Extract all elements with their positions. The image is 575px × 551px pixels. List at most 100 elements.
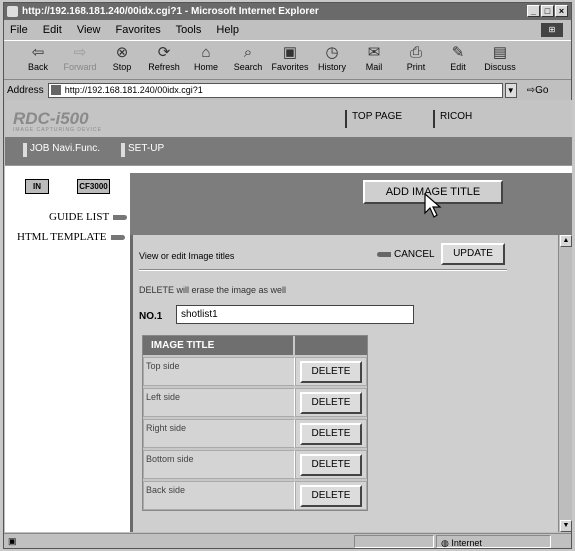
stop-button[interactable]: ⊗ Stop xyxy=(102,41,142,79)
menu-help[interactable]: Help xyxy=(216,24,239,36)
page-icon xyxy=(50,85,61,95)
vertical-scrollbar[interactable]: ▲ ▼ xyxy=(558,235,572,532)
print-icon: ⎙ xyxy=(409,44,422,61)
ricoh-link[interactable]: RICOH xyxy=(433,110,472,128)
rdc-logo-subtitle: IMAGE CAPTURING DEVICE xyxy=(13,127,102,133)
image-title-field[interactable]: Right side xyxy=(143,419,295,448)
cancel-link[interactable]: CANCEL xyxy=(377,249,435,260)
in-button[interactable]: IN xyxy=(25,179,49,194)
sidebar: IN CF3000 GUIDE LIST HTML TEMPLATE xyxy=(5,173,130,532)
table-row: Right side DELETE xyxy=(143,417,367,448)
table-header: IMAGE TITLE xyxy=(143,336,367,355)
action-bar: ADD IMAGE TITLE xyxy=(130,173,572,235)
sidebar-item-html-template[interactable]: HTML TEMPLATE xyxy=(17,231,125,243)
menu-bar: File Edit View Favorites Tools Help ⊞ xyxy=(4,21,571,39)
pointer-icon xyxy=(113,214,128,220)
image-title-field[interactable]: Top side xyxy=(143,357,295,386)
mouse-cursor-icon xyxy=(424,193,442,218)
table-row: Left side DELETE xyxy=(143,386,367,417)
home-icon: ⌂ xyxy=(201,44,211,61)
update-button[interactable]: UPDATE xyxy=(441,243,505,265)
pointer-icon xyxy=(110,234,125,240)
tab-job-navi[interactable]: JOB Navi.Func. xyxy=(23,143,100,157)
stop-icon: ⊗ xyxy=(115,44,129,61)
page-content: RDC-i500 IMAGE CAPTURING DEVICE TOP PAGE… xyxy=(5,100,572,532)
menu-tools[interactable]: Tools xyxy=(176,24,202,36)
close-button[interactable]: × xyxy=(555,5,568,17)
tab-setup[interactable]: SET-UP xyxy=(121,143,164,157)
menu-edit[interactable]: Edit xyxy=(43,24,62,36)
pointer-icon xyxy=(377,251,391,257)
search-icon: ⌕ xyxy=(243,44,253,61)
number-label: NO.1 xyxy=(139,311,163,322)
status-page-icon: ▣ xyxy=(8,536,17,546)
address-dropdown-button[interactable]: ▼ xyxy=(504,82,517,98)
image-title-table: IMAGE TITLE Top side DELETE Left side DELE… xyxy=(142,335,368,511)
search-button[interactable]: ⌕ Search xyxy=(228,41,268,79)
zone-indicator: ◍ Internet xyxy=(436,535,551,548)
forward-arrow-icon: ⇨ xyxy=(73,44,87,61)
internet-zone-icon: ◍ xyxy=(441,538,449,548)
menu-file[interactable]: File xyxy=(10,24,28,36)
sidebar-item-guide-list[interactable]: GUIDE LIST xyxy=(49,211,128,223)
discuss-button[interactable]: ▤ Discuss xyxy=(480,41,520,79)
edit-button[interactable]: ✎ Edit xyxy=(438,41,478,79)
image-title-field[interactable]: Back side xyxy=(143,481,295,510)
address-url: http://192.168.181.240/00idx.cgi?1 xyxy=(64,85,203,95)
table-row: Top side DELETE xyxy=(143,355,367,386)
delete-button[interactable]: DELETE xyxy=(300,360,362,383)
rdc-logo: RDC-i500 xyxy=(13,109,89,128)
back-arrow-icon: ⇦ xyxy=(31,44,45,61)
delete-button[interactable]: DELETE xyxy=(300,484,362,507)
back-button[interactable]: ⇦ Back xyxy=(18,41,58,79)
page-header: RDC-i500 IMAGE CAPTURING DEVICE TOP PAGE… xyxy=(5,100,572,137)
view-edit-label: View or edit Image titles xyxy=(139,251,235,261)
home-button[interactable]: ⌂ Home xyxy=(186,41,226,79)
favorites-button[interactable]: ▣ Favorites xyxy=(270,41,310,79)
scroll-up-button[interactable]: ▲ xyxy=(560,235,572,247)
forward-button[interactable]: ⇨ Forward xyxy=(60,41,100,79)
print-button[interactable]: ⎙ Print xyxy=(396,41,436,79)
table-row: Back side DELETE xyxy=(143,479,367,510)
status-bar: ▣ ◍ Internet xyxy=(4,533,571,548)
browser-window: http://192.168.181.240/00idx.cgi?1 - Mic… xyxy=(3,2,572,549)
edit-panel: View or edit Image titles CANCEL UPDATE … xyxy=(130,235,558,532)
title-bar: http://192.168.181.240/00idx.cgi?1 - Mic… xyxy=(4,3,571,20)
toolbar: ⇦ Back ⇨ Forward ⊗ Stop ⟳ Refresh ⌂ Home ⌕ Sea… xyxy=(4,40,571,80)
discuss-icon: ▤ xyxy=(492,44,508,61)
shotlist-name-input[interactable]: shotlist1 xyxy=(176,305,414,324)
scroll-down-button[interactable]: ▼ xyxy=(560,520,572,532)
ie-icon xyxy=(7,6,18,17)
top-page-link[interactable]: TOP PAGE xyxy=(345,110,402,128)
windows-logo-icon: ⊞ xyxy=(541,23,563,37)
delete-button[interactable]: DELETE xyxy=(300,453,362,476)
history-button[interactable]: ◷ History xyxy=(312,41,352,79)
minimize-button[interactable]: _ xyxy=(527,5,540,17)
favorites-icon: ▣ xyxy=(282,44,298,61)
delete-button[interactable]: DELETE xyxy=(300,391,362,414)
mail-icon: ✉ xyxy=(367,44,381,61)
table-row: Bottom side DELETE xyxy=(143,448,367,479)
history-icon: ◷ xyxy=(325,44,339,61)
tab-underbar xyxy=(5,165,572,173)
maximize-button[interactable]: □ xyxy=(541,5,554,17)
menu-view[interactable]: View xyxy=(77,24,101,36)
address-label: Address xyxy=(7,84,44,96)
address-bar: Address http://192.168.181.240/00idx.cgi… xyxy=(4,81,571,99)
function-tabs: JOB Navi.Func. SET-UP xyxy=(5,137,572,165)
image-title-field[interactable]: Left side xyxy=(143,388,295,417)
refresh-icon: ⟳ xyxy=(157,44,171,61)
address-input[interactable]: http://192.168.181.240/00idx.cgi?1 xyxy=(47,82,503,98)
divider xyxy=(139,269,507,271)
cf3000-button[interactable]: CF3000 xyxy=(77,179,110,194)
image-title-header: IMAGE TITLE xyxy=(143,336,295,355)
delete-note: DELETE will erase the image as well xyxy=(139,285,287,295)
refresh-button[interactable]: ⟳ Refresh xyxy=(144,41,184,79)
go-button[interactable]: ⇨Go xyxy=(527,85,549,96)
image-title-field[interactable]: Bottom side xyxy=(143,450,295,479)
window-title: http://192.168.181.240/00idx.cgi?1 - Mic… xyxy=(22,6,319,17)
menu-favorites[interactable]: Favorites xyxy=(116,24,161,36)
delete-button[interactable]: DELETE xyxy=(300,422,362,445)
mail-button[interactable]: ✉ Mail xyxy=(354,41,394,79)
edit-icon: ✎ xyxy=(451,44,465,61)
